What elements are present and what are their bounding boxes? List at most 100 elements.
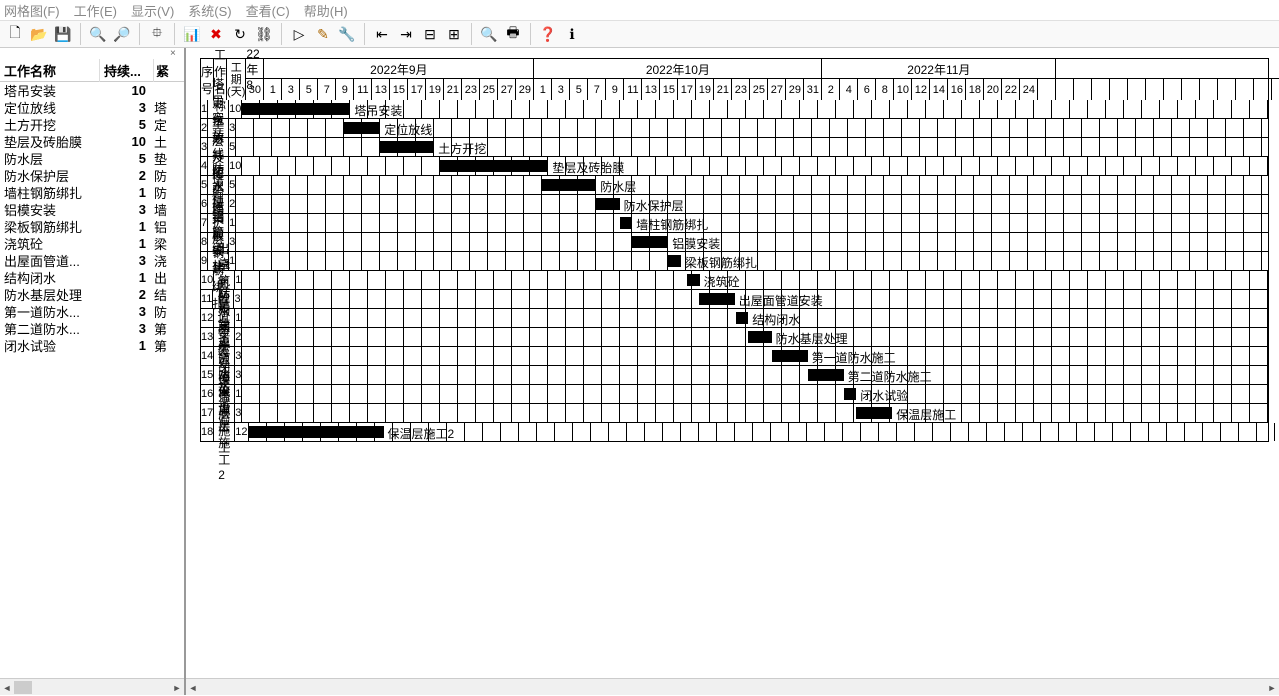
task-row[interactable]: 土方开挖5定: [0, 116, 184, 133]
col-successor[interactable]: 紧: [154, 59, 184, 82]
gantt-bar[interactable]: [242, 103, 350, 115]
task-row[interactable]: 闭水试验1第: [0, 337, 184, 354]
gantt-row[interactable]: 10浇筑砼1浇筑砼: [200, 271, 1269, 290]
gantt-day: [1038, 79, 1056, 100]
gantt-day: 17: [678, 79, 696, 100]
link-icon[interactable]: ⛓: [255, 25, 273, 43]
scroll-right-icon[interactable]: ►: [170, 679, 184, 696]
task-row[interactable]: 防水基层处理2结: [0, 286, 184, 303]
tool-icon[interactable]: ✎: [314, 25, 332, 43]
task-row[interactable]: 防水层5垫: [0, 150, 184, 167]
save-icon[interactable]: 💾: [54, 25, 72, 43]
gantt-day: 29: [786, 79, 804, 100]
gantt-day: [1236, 79, 1254, 100]
gantt-bar[interactable]: [844, 388, 857, 400]
gantt-day: 20: [984, 79, 1002, 100]
refresh-icon[interactable]: ↻: [231, 25, 249, 43]
gantt-bar[interactable]: [687, 274, 700, 286]
gantt-day: 21: [444, 79, 462, 100]
gantt-bar[interactable]: [542, 179, 596, 191]
gantt-bar[interactable]: [440, 160, 548, 172]
preview-icon[interactable]: 🔍: [480, 25, 498, 43]
task-row[interactable]: 出屋面管道...3浇: [0, 252, 184, 269]
gantt-row[interactable]: 11出屋面管道安装3出屋面管道安装: [200, 290, 1269, 309]
menu-item[interactable]: 显示(V): [131, 1, 174, 20]
gantt-row[interactable]: 9梁板钢筋绑扎1梁板钢筋绑扎: [200, 252, 1269, 271]
scroll-thumb[interactable]: [14, 681, 32, 694]
open-icon[interactable]: 📂: [30, 25, 48, 43]
right-scrollbar[interactable]: ◄ ►: [186, 678, 1279, 695]
task-row[interactable]: 浇筑砼1梁: [0, 235, 184, 252]
gantt-row[interactable]: 6防水保护层2防水保护层: [200, 195, 1269, 214]
tree-icon[interactable]: ⯐: [148, 25, 166, 43]
gantt-bar[interactable]: [596, 198, 619, 210]
gantt-row[interactable]: 14第一道防水施工3第一道防水施工: [200, 347, 1269, 366]
gantt-row[interactable]: 13防水基层处理2防水基层处理: [200, 328, 1269, 347]
gantt-right-icon[interactable]: ⇥: [397, 25, 415, 43]
gantt-bar-label: 保温层施工2: [388, 425, 455, 442]
scroll-left-icon[interactable]: ◄: [0, 679, 14, 696]
gantt-bar[interactable]: [668, 255, 681, 267]
task-row[interactable]: 墙柱钢筋绑扎1防: [0, 184, 184, 201]
gantt-bar[interactable]: [632, 236, 668, 248]
gantt-bar[interactable]: [699, 293, 735, 305]
gantt-row[interactable]: 3土方开挖5土方开挖: [200, 138, 1269, 157]
menu-item[interactable]: 帮助(H): [304, 1, 348, 20]
gantt-left-icon[interactable]: ⇤: [373, 25, 391, 43]
gantt-timeline: 结构闭水: [242, 309, 1279, 327]
gantt-row[interactable]: 7墙柱钢筋绑扎1墙柱钢筋绑扎: [200, 214, 1269, 233]
task-row[interactable]: 第二道防水...3第: [0, 320, 184, 337]
gantt-bar[interactable]: [772, 350, 808, 362]
task-duration: 1: [100, 270, 150, 285]
help-icon[interactable]: ❓: [539, 25, 557, 43]
scroll-right-icon[interactable]: ►: [1265, 679, 1279, 695]
gantt-row[interactable]: 2定位放线3定位放线: [200, 119, 1269, 138]
gantt-bar[interactable]: [380, 141, 434, 153]
task-row[interactable]: 第一道防水...3防: [0, 303, 184, 320]
about-icon[interactable]: ℹ: [563, 25, 581, 43]
menu-item[interactable]: 工作(E): [74, 1, 117, 20]
task-row[interactable]: 塔吊安装10: [0, 82, 184, 99]
gantt-row[interactable]: 4垫层及砖胎膜10垫层及砖胎膜: [200, 157, 1269, 176]
task-row[interactable]: 铝模安装3墙: [0, 201, 184, 218]
left-scrollbar[interactable]: ◄ ►: [0, 678, 184, 695]
task-row[interactable]: 定位放线3塔: [0, 99, 184, 116]
col-duration[interactable]: 持续...: [100, 59, 154, 82]
gantt-row[interactable]: 12结构闭水1结构闭水: [200, 309, 1269, 328]
gantt-row[interactable]: 8铝膜安装3铝膜安装: [200, 233, 1269, 252]
task-row[interactable]: 防水保护层2防: [0, 167, 184, 184]
menu-item[interactable]: 网格图(F): [4, 1, 60, 20]
menu-item[interactable]: 查看(C): [246, 1, 290, 20]
new-icon[interactable]: 🗋: [6, 25, 24, 43]
scroll-left-icon[interactable]: ◄: [186, 679, 200, 695]
delete-icon[interactable]: ✖: [207, 25, 225, 43]
gantt-bar[interactable]: [620, 217, 633, 229]
gantt-bar[interactable]: [808, 369, 844, 381]
gantt-bar[interactable]: [249, 426, 384, 438]
gantt-gap-icon[interactable]: ⊞: [445, 25, 463, 43]
gantt-row[interactable]: 16闭水试验1闭水试验: [200, 385, 1269, 404]
menu-item[interactable]: 系统(S): [188, 1, 231, 20]
col-task-name[interactable]: 工作名称: [0, 59, 100, 82]
gantt-row[interactable]: 17保温层施工3保温层施工: [200, 404, 1269, 423]
wrench-icon[interactable]: 🔧: [338, 25, 356, 43]
gantt-bar[interactable]: [344, 122, 380, 134]
gantt-row[interactable]: 5防水层5防水层: [200, 176, 1269, 195]
gantt-row[interactable]: 1塔吊安装10塔吊安装: [200, 100, 1269, 119]
task-row[interactable]: 梁板钢筋绑扎1铝: [0, 218, 184, 235]
gantt-row[interactable]: 18保温层施工212保温层施工2: [200, 423, 1269, 442]
gantt-cut-icon[interactable]: ⊟: [421, 25, 439, 43]
chart-icon[interactable]: 📊: [183, 25, 201, 43]
gantt-bar[interactable]: [748, 331, 771, 343]
task-row[interactable]: 垫层及砖胎膜10土: [0, 133, 184, 150]
gantt-bar[interactable]: [736, 312, 749, 324]
zoom-in-icon[interactable]: 🔍: [89, 25, 107, 43]
gantt-row[interactable]: 15第二道防水施工3第二道防水施工: [200, 366, 1269, 385]
gantt-bar-label: 第二道防水施工: [848, 368, 932, 385]
zoom-out-icon[interactable]: 🔎: [113, 25, 131, 43]
gantt-bar[interactable]: [856, 407, 892, 419]
gantt-seq: 8: [201, 233, 208, 251]
print-icon[interactable]: 🖶: [504, 25, 522, 43]
play-icon[interactable]: ▷: [290, 25, 308, 43]
task-row[interactable]: 结构闭水1出: [0, 269, 184, 286]
